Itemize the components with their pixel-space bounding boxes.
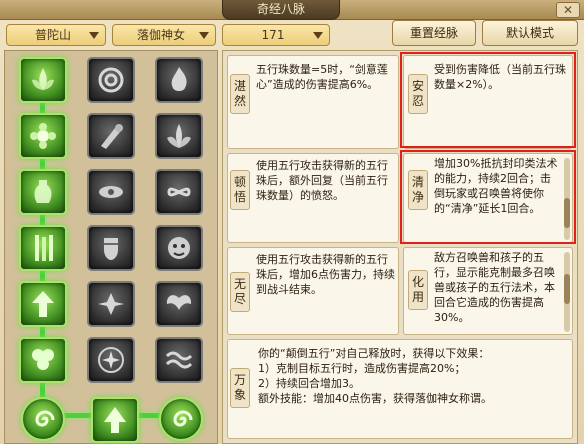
meridian-node-2-3[interactable]	[155, 113, 203, 159]
meridian-node-4-1[interactable]	[19, 225, 67, 271]
close-button[interactable]: ✕	[556, 2, 580, 18]
meridian-desc-wanxiang: 你的“颠倒五行”对自己释放时，获得以下效果： 1）克制目标五行时，造成伤害提高2…	[258, 346, 568, 436]
meridian-grid	[4, 50, 218, 444]
meridian-node-5-3[interactable]	[155, 281, 203, 327]
scrollbar-thumb[interactable]	[564, 274, 570, 304]
meridian-node-6-3[interactable]	[155, 337, 203, 383]
meridian-node-6-1[interactable]	[19, 337, 67, 383]
meridian-node-6-2[interactable]	[87, 337, 135, 383]
level-dropdown[interactable]: 171	[222, 24, 330, 46]
desc-card-wujin[interactable]: 无尽 使用五行攻击获得新的五行珠后，增加6点伤害力，持续到战斗结束。	[227, 247, 399, 335]
wanxiang-line-4: 额外技能：增加40点伤害，获得落伽神女称谓。	[258, 392, 492, 405]
desc-card-zhanran[interactable]: 湛然 五行珠数量=5时，“剑意莲心”造成的伤害提高6%。	[227, 55, 399, 149]
meridian-node-2-2[interactable]	[87, 113, 135, 159]
meridian-node-5-2[interactable]	[87, 281, 135, 327]
meridian-desc-qingjing: 增加30%抵抗封印类法术的能力，持续2回合；击倒玩家或召唤兽将使你的“清净”延长…	[434, 157, 558, 215]
meridian-name-dunwu: 顿悟	[230, 170, 250, 210]
wanxiang-line-1: 你的“颠倒五行”对自己释放时，获得以下效果：	[258, 347, 490, 360]
reset-meridian-button[interactable]: 重置经脉	[392, 20, 476, 46]
meridian-name-anren: 安忍	[408, 74, 428, 114]
wanxiang-line-3: 2）持续回合增加3。	[258, 377, 360, 390]
huayong-scrollbar[interactable]	[564, 252, 570, 332]
meridian-node-7-3[interactable]	[159, 397, 203, 441]
meridian-desc-zhanran: 五行珠数量=5时，“剑意莲心”造成的伤害提高6%。	[256, 63, 388, 91]
meridian-desc-wujin: 使用五行攻击获得新的五行珠后，增加6点伤害力，持续到战斗结束。	[256, 253, 395, 296]
meridian-node-4-2[interactable]	[87, 225, 135, 271]
chevron-down-icon	[313, 32, 323, 39]
wanxiang-line-2: 1）克制目标五行时，造成伤害提高20%；	[258, 362, 466, 375]
default-mode-button[interactable]: 默认模式	[482, 20, 578, 46]
meridian-window: 奇经八脉 ✕ 普陀山 落伽神女 171 重置经脉 默认模式 湛然 五行珠数量=5…	[0, 0, 584, 444]
chevron-down-icon	[199, 32, 209, 39]
chevron-down-icon	[89, 32, 99, 39]
meridian-node-2-1[interactable]	[19, 113, 67, 159]
meridian-desc-huayong: 敌方召唤兽和孩子的五行，显示能克制最多召唤兽或孩子的五行法术，本回合它造成的伤害…	[434, 251, 555, 324]
desc-card-qingjing[interactable]: 清净 增加30%抵抗封印类法术的能力，持续2回合；击倒玩家或召唤兽将使你的“清净…	[403, 153, 573, 243]
meridian-name-qingjing: 清净	[408, 170, 428, 210]
meridian-node-3-2[interactable]	[87, 169, 135, 215]
meridian-name-wanxiang: 万象	[230, 368, 250, 408]
meridian-desc-anren: 受到伤害降低（当前五行珠数量×2%）。	[434, 63, 566, 91]
window-title: 奇经八脉	[222, 0, 340, 20]
meridian-name-zhanran: 湛然	[230, 74, 250, 114]
desc-card-anren[interactable]: 安忍 受到伤害降低（当前五行珠数量×2%）。	[403, 55, 573, 149]
title-bar: 奇经八脉 ✕	[0, 0, 584, 20]
scrollbar-thumb[interactable]	[564, 198, 570, 228]
meridian-node-1-3[interactable]	[155, 57, 203, 103]
desc-card-wanxiang[interactable]: 万象 你的“颠倒五行”对自己释放时，获得以下效果： 1）克制目标五行时，造成伤害…	[227, 339, 573, 439]
meridian-node-3-3[interactable]	[155, 169, 203, 215]
desc-card-dunwu[interactable]: 顿悟 使用五行攻击获得新的五行珠后，额外回复（当前五行珠数量）的愤怒。	[227, 153, 399, 243]
meridian-node-7-2[interactable]	[91, 397, 139, 443]
description-panel: 湛然 五行珠数量=5时，“剑意莲心”造成的伤害提高6%。 安忍 受到伤害降低（当…	[222, 50, 578, 444]
meridian-node-7-1[interactable]	[21, 397, 65, 441]
role-dropdown[interactable]: 落伽神女	[112, 24, 216, 46]
desc-card-huayong[interactable]: 化用 敌方召唤兽和孩子的五行，显示能克制最多召唤兽或孩子的五行法术，本回合它造成…	[403, 247, 573, 335]
meridian-node-3-1[interactable]	[19, 169, 67, 215]
meridian-node-1-1[interactable]	[19, 57, 67, 103]
meridian-node-4-3[interactable]	[155, 225, 203, 271]
qingjing-scrollbar[interactable]	[564, 158, 570, 240]
school-dropdown[interactable]: 普陀山	[6, 24, 106, 46]
meridian-node-5-1[interactable]	[19, 281, 67, 327]
meridian-desc-dunwu: 使用五行攻击获得新的五行珠后，额外回复（当前五行珠数量）的愤怒。	[256, 159, 388, 202]
meridian-node-1-2[interactable]	[87, 57, 135, 103]
meridian-name-huayong: 化用	[408, 270, 428, 310]
meridian-name-wujin: 无尽	[230, 272, 250, 312]
